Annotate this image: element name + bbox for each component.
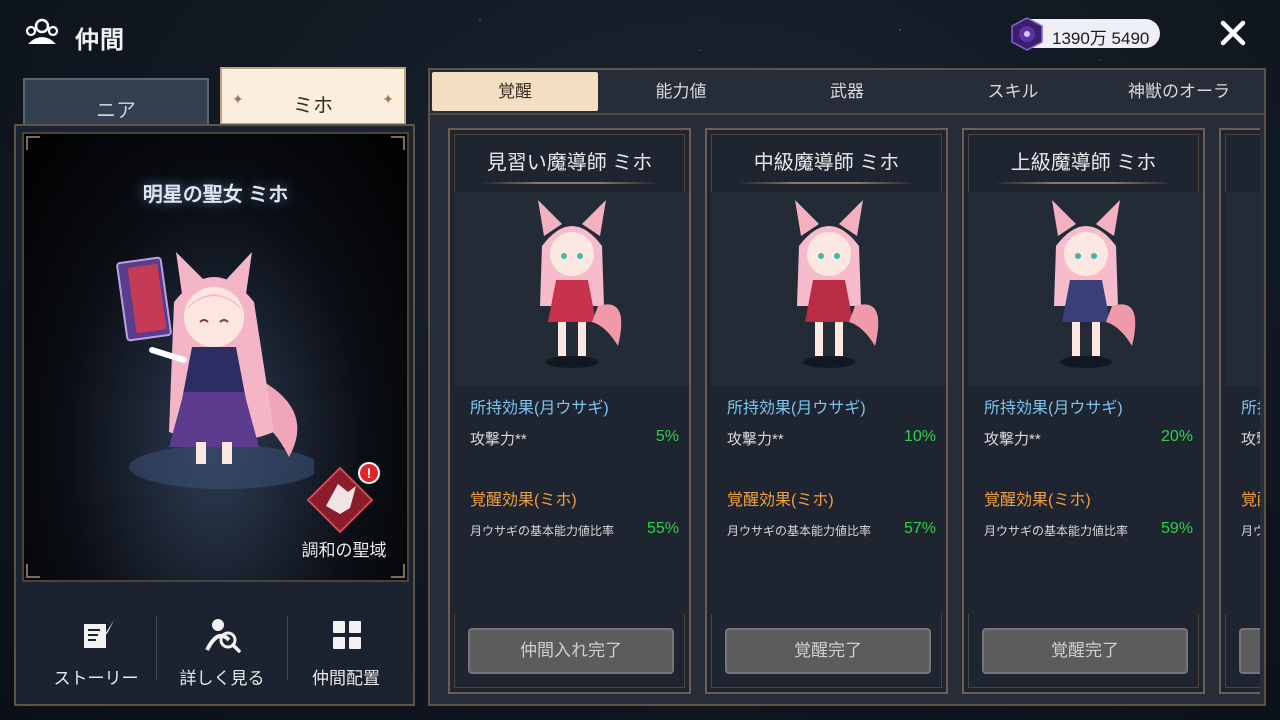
character-art bbox=[1225, 192, 1260, 386]
owned-effect-header: 所持 bbox=[1241, 400, 1260, 417]
sanctuary-label: 調和の聖域 bbox=[301, 541, 387, 560]
currency-display: 1390万 5490 bbox=[1011, 17, 1160, 51]
party-icon bbox=[25, 18, 59, 44]
awaken-effect-label: 月ウサギの基本能力値比率 bbox=[470, 524, 615, 538]
owned-effect-header: 所持効果(月ウサギ) bbox=[470, 400, 609, 417]
card-title: 上級魔導師 ミホ bbox=[1010, 152, 1157, 174]
awakening-panel: 覚醒 能力値 武器 スキル 神獣のオーラ 見習い魔導師 ミホ 所持効果(月ウサギ… bbox=[428, 68, 1266, 706]
owned-effect-header: 所持効果(月ウサギ) bbox=[984, 400, 1123, 417]
awaken-effect-value: 59% bbox=[1160, 520, 1193, 537]
story-button[interactable]: ストーリー bbox=[36, 590, 156, 700]
details-label: 詳しく見る bbox=[179, 669, 265, 688]
tab-weapon[interactable]: 武器 bbox=[764, 72, 930, 111]
grid-icon bbox=[333, 621, 361, 649]
awaken-effect-value: 55% bbox=[646, 520, 679, 537]
top-bar: 仲間 1390万 5490 bbox=[0, 0, 1280, 66]
owned-effect-label: 攻撃 bbox=[1241, 431, 1260, 448]
awaken-effect-label: 月ウサギの基本能力値比率 bbox=[984, 524, 1129, 538]
recruit-complete-button[interactable]: 仲間入れ完了 bbox=[468, 628, 674, 674]
character-art bbox=[968, 192, 1203, 386]
owned-effect-label: 攻撃力** bbox=[470, 431, 527, 448]
awaken-effect-header: 覚醒効果(ミホ) bbox=[727, 492, 834, 509]
tab-miho[interactable]: ✦ ミホ ✦ bbox=[220, 67, 406, 125]
owned-effect-header: 所持効果(月ウサギ) bbox=[727, 400, 866, 417]
awaken-complete-button[interactable]: 覚醒完了 bbox=[725, 628, 931, 674]
tab-bar: 覚醒 能力値 武器 スキル 神獣のオーラ bbox=[432, 72, 1262, 113]
character-name: 明星の聖女 ミホ bbox=[142, 184, 289, 206]
page-title: 仲間 bbox=[75, 27, 125, 54]
close-icon[interactable] bbox=[1216, 16, 1250, 50]
character-panel: 明星の聖女 ミホ ! 調和の聖域 ストーリー 詳しく見る 仲間配置 bbox=[14, 124, 415, 706]
currency-value: 1390万 5490 bbox=[1052, 29, 1150, 48]
tab-skill[interactable]: スキル bbox=[930, 72, 1096, 111]
character-sprite bbox=[1052, 200, 1136, 368]
character-sprite bbox=[538, 200, 622, 368]
awakening-card: 上級魔導師 ミホ 所持効果(月ウサギ) 攻撃力** 20% 覚醒効果(ミホ) 月… bbox=[962, 128, 1205, 694]
owned-effect-label: 攻撃力** bbox=[984, 431, 1041, 448]
placement-button[interactable]: 仲間配置 bbox=[286, 590, 406, 700]
awaken-complete-button[interactable]: 覚醒完了 bbox=[982, 628, 1188, 674]
dark-crystal-icon bbox=[1011, 17, 1043, 51]
tab-beast-aura[interactable]: 神獣のオーラ bbox=[1096, 72, 1262, 111]
card-stats: 所持 攻撃 覚醒 月ウ bbox=[1225, 386, 1260, 614]
tab-nia-label: ニア bbox=[96, 100, 136, 122]
tab-miho-label: ミホ bbox=[293, 95, 333, 117]
card-title: 中級魔導師 ミホ bbox=[753, 152, 900, 174]
details-button[interactable]: 詳しく見る bbox=[162, 590, 282, 700]
owned-effect-value: 10% bbox=[903, 428, 936, 445]
card-title: 見習い魔導師 ミホ bbox=[486, 152, 653, 174]
card-stats: 所持効果(月ウサギ) 攻撃力** 10% 覚醒効果(ミホ) 月ウサギの基本能力値… bbox=[711, 386, 946, 614]
card-stats: 所持効果(月ウサギ) 攻撃力** 20% 覚醒効果(ミホ) 月ウサギの基本能力値… bbox=[968, 386, 1203, 614]
awaken-effect-header: 覚醒 bbox=[1241, 492, 1260, 509]
awaken-complete-button-partial[interactable] bbox=[1239, 628, 1260, 674]
portrait-frame: 明星の聖女 ミホ ! 調和の聖域 bbox=[22, 132, 409, 582]
sparkle-icon: ✦ bbox=[382, 91, 394, 107]
awakening-card: 中級魔導師 ミホ 所持効果(月ウサギ) 攻撃力** 10% 覚醒効果(ミホ) 月… bbox=[705, 128, 948, 694]
awakening-card-partial: 所持 攻撃 覚醒 月ウ bbox=[1219, 128, 1260, 694]
sparkle-icon: ✦ bbox=[232, 91, 244, 107]
awaken-effect-label: 月ウサギの基本能力値比率 bbox=[727, 524, 872, 538]
story-label: ストーリー bbox=[53, 669, 139, 688]
character-art bbox=[711, 192, 946, 386]
tab-awakening[interactable]: 覚醒 bbox=[432, 72, 598, 111]
character-portrait bbox=[116, 252, 314, 489]
magnify-person-icon bbox=[205, 619, 241, 653]
awaken-effect-header: 覚醒効果(ミホ) bbox=[470, 492, 577, 509]
character-sprite bbox=[795, 200, 879, 368]
owned-effect-label: 攻撃力** bbox=[727, 431, 784, 448]
awakening-card: 見習い魔導師 ミホ 所持効果(月ウサギ) 攻撃力** 5% 覚醒効果(ミホ) 月… bbox=[448, 128, 691, 694]
tab-nia[interactable]: ニア bbox=[23, 78, 209, 128]
quill-scroll-icon bbox=[84, 620, 114, 648]
awaken-effect-value: 57% bbox=[903, 520, 936, 537]
owned-effect-value: 20% bbox=[1160, 428, 1193, 445]
awakening-card-list[interactable]: 見習い魔導師 ミホ 所持効果(月ウサギ) 攻撃力** 5% 覚醒効果(ミホ) 月… bbox=[430, 120, 1260, 706]
alert-badge: ! bbox=[358, 462, 380, 484]
action-bar: ストーリー 詳しく見る 仲間配置 bbox=[22, 590, 409, 700]
awaken-effect-header: 覚醒効果(ミホ) bbox=[984, 492, 1091, 509]
character-art bbox=[454, 192, 689, 386]
card-stats: 所持効果(月ウサギ) 攻撃力** 5% 覚醒効果(ミホ) 月ウサギの基本能力値比… bbox=[454, 386, 689, 614]
awaken-effect-label: 月ウ bbox=[1241, 524, 1260, 538]
owned-effect-value: 5% bbox=[655, 428, 679, 445]
tab-stats[interactable]: 能力値 bbox=[598, 72, 764, 111]
placement-label: 仲間配置 bbox=[312, 669, 380, 688]
